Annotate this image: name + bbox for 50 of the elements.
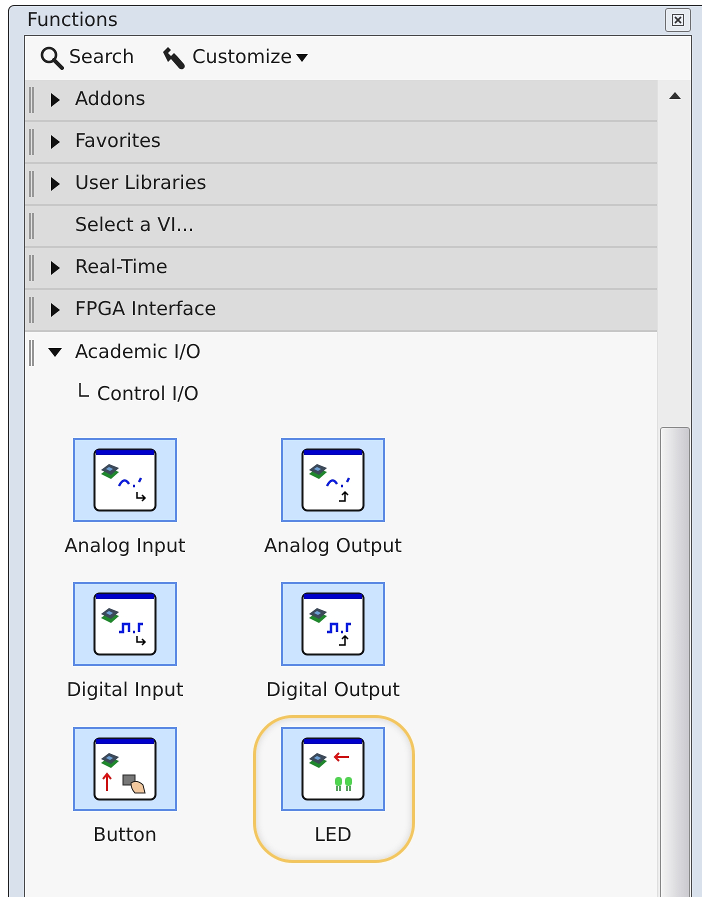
caret-icon [296, 54, 308, 62]
grip-icon [29, 254, 35, 280]
grip-icon [29, 212, 35, 238]
search-icon [39, 44, 65, 70]
grip-icon [29, 86, 35, 112]
vi-icon[interactable] [281, 726, 385, 810]
vi-label: Button [93, 822, 157, 848]
search-button[interactable]: Search [39, 43, 134, 72]
vi-label: Digital Input [66, 678, 184, 703]
category-label: Select a VI... [75, 213, 194, 238]
vi-label: Analog Output [264, 534, 402, 558]
tree-branch-icon [79, 382, 89, 396]
category-row[interactable]: User Libraries [25, 164, 657, 206]
vi-label: LED [314, 822, 352, 848]
vi-label: Digital Output [266, 678, 400, 703]
grip-icon [29, 170, 35, 196]
vi-icon[interactable] [281, 582, 385, 666]
grip-icon [29, 296, 35, 322]
customize-button[interactable]: Customize [160, 43, 308, 72]
scroll-up-icon[interactable] [668, 92, 680, 98]
category-label: Addons [75, 87, 146, 112]
window-title: Functions [27, 8, 118, 33]
vi-icon[interactable] [73, 438, 177, 522]
category-label: FPGA Interface [75, 297, 216, 322]
category-row[interactable]: Favorites [25, 122, 657, 164]
collapsed-arrow-icon [50, 302, 60, 316]
close-button[interactable] [665, 8, 691, 32]
category-label: Academic I/O [75, 340, 201, 366]
scrollbar[interactable] [657, 80, 691, 897]
grip-icon [29, 340, 35, 366]
collapsed-arrow-icon [50, 134, 60, 148]
collapsed-arrow-icon [50, 92, 60, 106]
category-label: Real-Time [75, 255, 168, 280]
grip-icon [29, 128, 35, 154]
vi-label: Analog Input [64, 534, 186, 558]
category-row[interactable]: FPGA Interface [25, 290, 657, 332]
category-label: Favorites [75, 129, 161, 154]
vi-icon[interactable] [73, 726, 177, 810]
category-label: User Libraries [75, 171, 206, 196]
category-row[interactable]: Real-Time [25, 248, 657, 290]
collapsed-arrow-icon [50, 176, 60, 190]
category-row[interactable]: Select a VI... [25, 206, 657, 248]
expanded-arrow-icon [48, 348, 62, 357]
subpalette-link[interactable]: Control I/O [97, 380, 199, 409]
vi-icon[interactable] [281, 438, 385, 522]
vi-icon[interactable] [73, 582, 177, 666]
collapsed-arrow-icon [50, 260, 60, 274]
category-row[interactable]: Addons [25, 80, 657, 122]
close-icon [672, 14, 684, 26]
scrollbar-thumb[interactable] [660, 426, 690, 897]
